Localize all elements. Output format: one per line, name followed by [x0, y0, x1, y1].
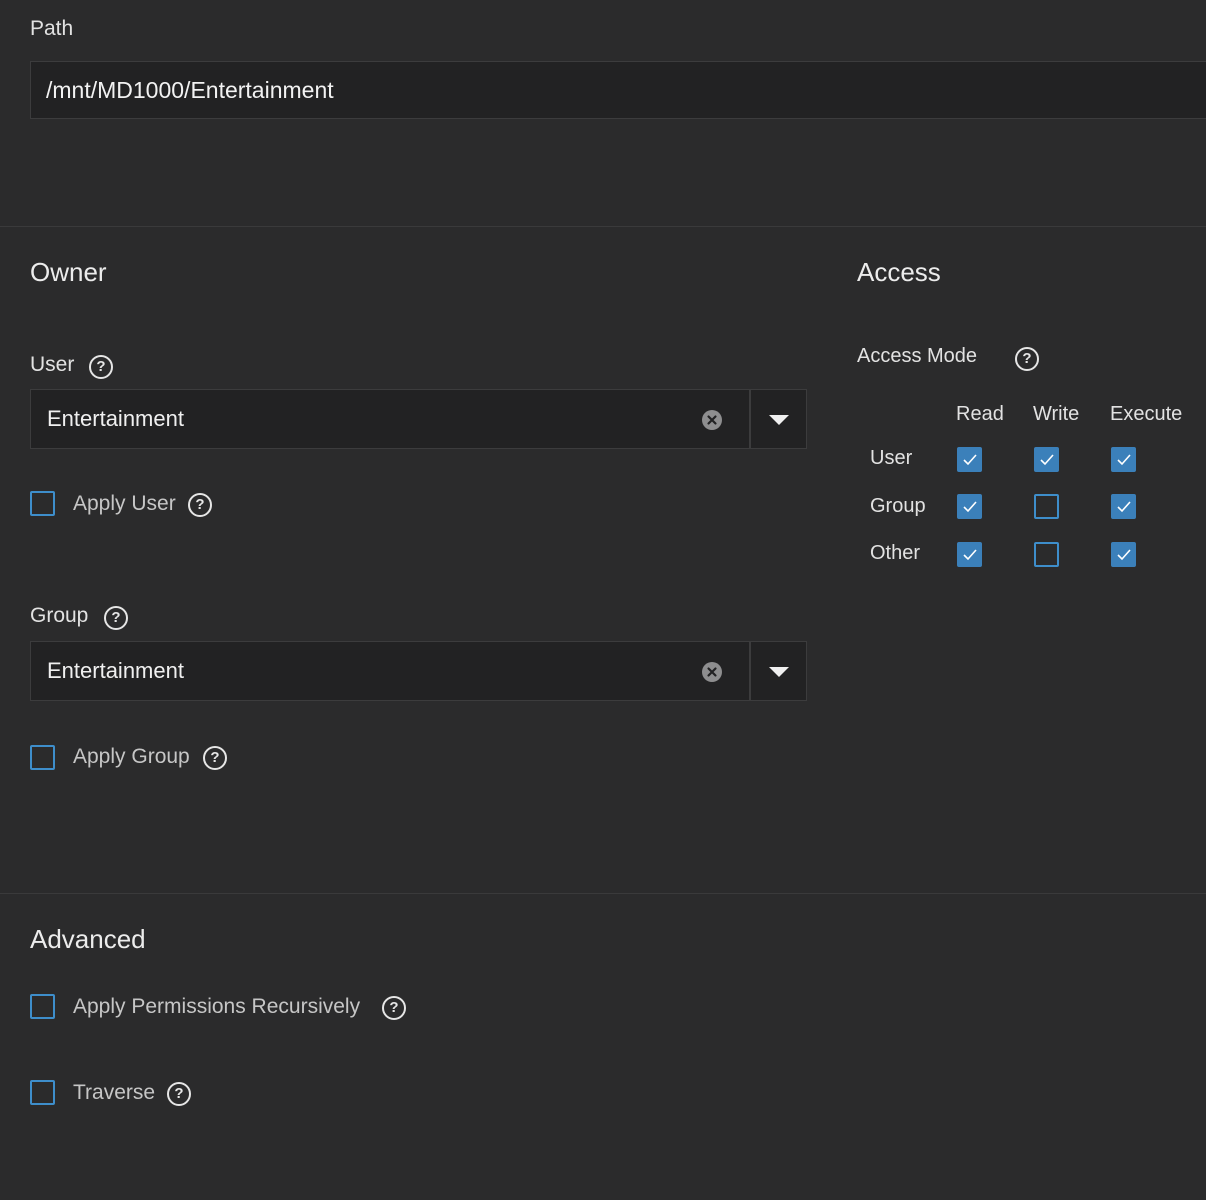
path-input[interactable]: /mnt/MD1000/Entertainment: [30, 61, 1206, 119]
apply-group-help-icon[interactable]: ?: [203, 746, 227, 770]
perm-user-execute-checkbox[interactable]: [1111, 447, 1136, 472]
column-write: Write: [1033, 403, 1080, 425]
group-clear-icon[interactable]: [702, 662, 722, 682]
user-dropdown-button[interactable]: [750, 389, 807, 449]
user-select[interactable]: Entertainment: [30, 389, 750, 449]
row-label-group: Group: [870, 495, 926, 517]
apply-user-checkbox[interactable]: [30, 491, 55, 516]
apply-group-checkbox[interactable]: [30, 745, 55, 770]
advanced-section-title: Advanced: [30, 924, 146, 954]
row-label-other: Other: [870, 542, 921, 564]
section-divider: [0, 226, 1206, 227]
column-execute: Execute: [1110, 403, 1183, 425]
access-section-title: Access: [857, 257, 941, 287]
chevron-down-icon: [769, 667, 789, 677]
perm-group-write-checkbox[interactable]: [1034, 494, 1059, 519]
perm-other-execute-checkbox[interactable]: [1111, 542, 1136, 567]
apply-recursively-checkbox[interactable]: [30, 994, 55, 1019]
group-select-value: Entertainment: [47, 658, 184, 683]
apply-recursively-label[interactable]: Apply Permissions Recursively: [73, 995, 360, 1019]
apply-user-label[interactable]: Apply User: [73, 492, 176, 516]
apply-recursively-help-icon[interactable]: ?: [382, 996, 406, 1020]
perm-group-read-checkbox[interactable]: [957, 494, 982, 519]
group-label: Group: [30, 604, 89, 627]
traverse-checkbox[interactable]: [30, 1080, 55, 1105]
user-select-value: Entertainment: [47, 406, 184, 431]
apply-user-help-icon[interactable]: ?: [188, 493, 212, 517]
group-help-icon[interactable]: ?: [104, 606, 128, 630]
perm-group-execute-checkbox[interactable]: [1111, 494, 1136, 519]
perm-other-read-checkbox[interactable]: [957, 542, 982, 567]
group-select[interactable]: Entertainment: [30, 641, 750, 701]
apply-group-label[interactable]: Apply Group: [73, 745, 190, 769]
access-mode-label: Access Mode: [857, 345, 978, 367]
traverse-help-icon[interactable]: ?: [167, 1082, 191, 1106]
chevron-down-icon: [769, 415, 789, 425]
group-dropdown-button[interactable]: [750, 641, 807, 701]
user-clear-icon[interactable]: [702, 410, 722, 430]
row-label-user: User: [870, 447, 913, 469]
perm-user-write-checkbox[interactable]: [1034, 447, 1059, 472]
section-divider: [0, 893, 1206, 894]
user-help-icon[interactable]: ?: [89, 355, 113, 379]
owner-section-title: Owner: [30, 257, 107, 287]
perm-user-read-checkbox[interactable]: [957, 447, 982, 472]
traverse-label[interactable]: Traverse: [73, 1081, 155, 1105]
column-read: Read: [956, 403, 1004, 425]
perm-other-write-checkbox[interactable]: [1034, 542, 1059, 567]
user-label: User: [30, 353, 75, 376]
access-mode-help-icon[interactable]: ?: [1015, 347, 1039, 371]
path-label: Path: [30, 17, 74, 40]
